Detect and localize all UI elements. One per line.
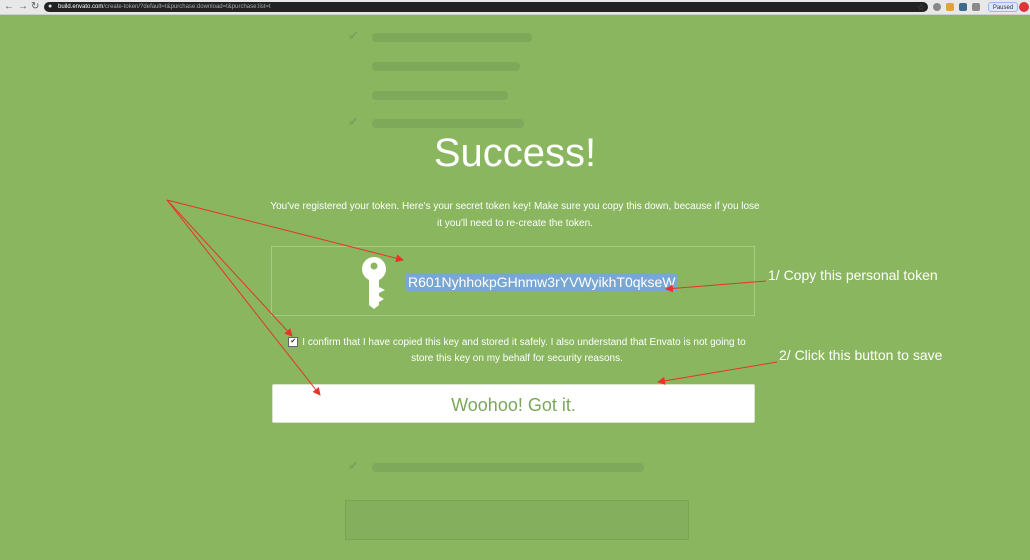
arrow-from-copy-note: [665, 280, 767, 293]
arrow-to-token: [166, 199, 404, 263]
annotation-arrows: [166, 199, 778, 396]
arrow-to-button: [166, 199, 321, 396]
arrow-to-checkbox: [166, 199, 293, 337]
arrow-from-save-note: [657, 361, 778, 385]
